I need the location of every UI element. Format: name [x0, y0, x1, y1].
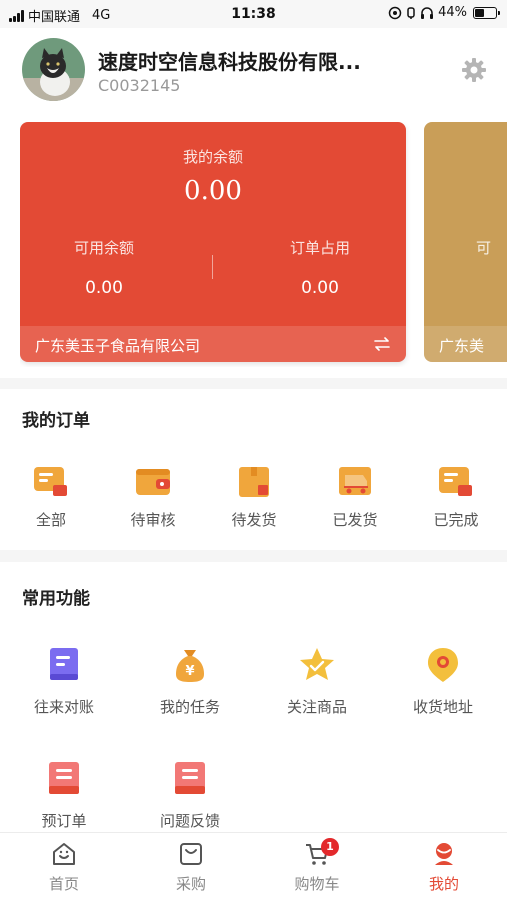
alarm-icon	[407, 6, 415, 19]
func-shipping-address[interactable]: 收货地址	[393, 646, 493, 717]
tab-cart[interactable]: 1 购物车	[277, 838, 357, 894]
location-icon	[428, 648, 458, 682]
func-shipping-address-label: 收货地址	[412, 698, 473, 716]
func-followed-products[interactable]: 关注商品	[267, 646, 367, 717]
func-feedback-label: 问题反馈	[159, 812, 220, 830]
func-my-tasks[interactable]: ¥ 我的任务	[140, 646, 240, 717]
my-orders-title: 我的订单	[22, 411, 90, 431]
func-preorder-label: 预订单	[41, 812, 87, 830]
order-pending-review-label: 待审核	[130, 511, 176, 529]
tab-home[interactable]: 首页	[24, 841, 104, 894]
gear-icon[interactable]	[460, 56, 488, 84]
order-occupied-value: 0.00	[301, 278, 339, 298]
svg-text:¥: ¥	[185, 664, 194, 679]
tab-cart-label: 购物车	[294, 875, 340, 893]
tab-profile-label: 我的	[428, 875, 459, 893]
func-reconciliation[interactable]: 往来对账	[14, 646, 114, 717]
order-pending-review[interactable]: 待审核	[113, 465, 193, 530]
tab-purchase-label: 采购	[175, 875, 206, 893]
func-followed-products-label: 关注商品	[286, 698, 347, 716]
order-shipped-label: 已发货	[332, 511, 378, 529]
tab-purchase[interactable]: 采购	[151, 841, 231, 894]
wallet-icon	[136, 469, 170, 495]
ledger-icon	[50, 648, 78, 680]
supplier-name: 广东美玉子食品有限公司	[35, 337, 201, 355]
supplier-bar[interactable]: 广东美玉子食品有限公司	[20, 326, 406, 362]
order-all-label: 全部	[35, 511, 66, 529]
headphones-icon	[421, 6, 434, 19]
feedback-icon	[175, 762, 205, 794]
card-divider	[212, 255, 213, 279]
func-my-tasks-label: 我的任务	[159, 698, 220, 716]
all-orders-icon	[34, 467, 67, 496]
my-balance-label: 我的余额	[182, 148, 243, 166]
secondary-supplier-name: 广东美	[439, 337, 485, 355]
completed-icon	[439, 467, 472, 496]
balance-cards-carousel[interactable]: 我的余额 0.00 可用余额 0.00 订单占用 0.00 广东美玉子食品有限公…	[20, 122, 507, 367]
truck-icon	[339, 467, 371, 495]
balance-card[interactable]: 我的余额 0.00 可用余额 0.00 订单占用 0.00 广东美玉子食品有限公…	[20, 122, 406, 362]
order-pending-shipment[interactable]: 待发货	[214, 465, 294, 530]
home-icon	[53, 843, 75, 865]
my-orders-section: 我的订单 全部 待审核 待发货 已发货 已完成	[0, 389, 507, 550]
battery-icon	[473, 6, 500, 19]
bottom-tab-bar: 首页 采购 1 购物车 我的	[0, 832, 507, 900]
available-balance-label: 可用余额	[73, 239, 134, 257]
order-completed-label: 已完成	[433, 511, 479, 529]
swap-icon[interactable]	[373, 335, 391, 353]
purchase-icon	[180, 843, 202, 865]
func-reconciliation-label: 往来对账	[33, 698, 94, 716]
available-balance-value: 0.00	[85, 278, 123, 298]
order-occupied-label: 订单占用	[289, 239, 350, 257]
status-bar: 中国联通 4G 11:38 44%	[0, 0, 507, 28]
secondary-card-partial-label: 可	[476, 239, 492, 257]
cart-badge: 1	[321, 838, 339, 856]
profile-header: 速度时空信息科技股份有限... C0032145 我的余额 0.00 可用余额 …	[0, 28, 507, 378]
order-shipped[interactable]: 已发货	[315, 465, 395, 530]
account-code: C0032145	[98, 76, 181, 95]
order-all[interactable]: 全部	[11, 465, 91, 530]
secondary-balance-card[interactable]: 可 广东美	[424, 122, 507, 362]
tab-home-label: 首页	[48, 875, 79, 893]
func-feedback[interactable]: 问题反馈	[140, 760, 240, 831]
avatar[interactable]	[22, 38, 85, 101]
order-pending-shipment-label: 待发货	[231, 511, 277, 529]
tab-profile[interactable]: 我的	[404, 841, 484, 894]
my-balance-value: 0.00	[184, 176, 242, 206]
secondary-supplier-bar: 广东美	[424, 326, 507, 362]
battery-percent: 44%	[438, 5, 467, 20]
profile-icon	[435, 843, 453, 865]
company-name: 速度时空信息科技股份有限...	[98, 50, 361, 74]
money-bag-icon: ¥	[176, 650, 204, 682]
box-icon	[239, 467, 269, 497]
func-preorder[interactable]: 预订单	[14, 760, 114, 831]
location-services-icon	[388, 6, 402, 19]
order-completed[interactable]: 已完成	[416, 465, 496, 530]
common-functions-section: 常用功能 往来对账 ¥ 我的任务 关注商品 收货地址 预订单 问题反馈	[0, 562, 507, 832]
common-functions-title: 常用功能	[22, 589, 90, 609]
star-icon	[300, 648, 334, 680]
preorder-icon	[49, 762, 79, 794]
